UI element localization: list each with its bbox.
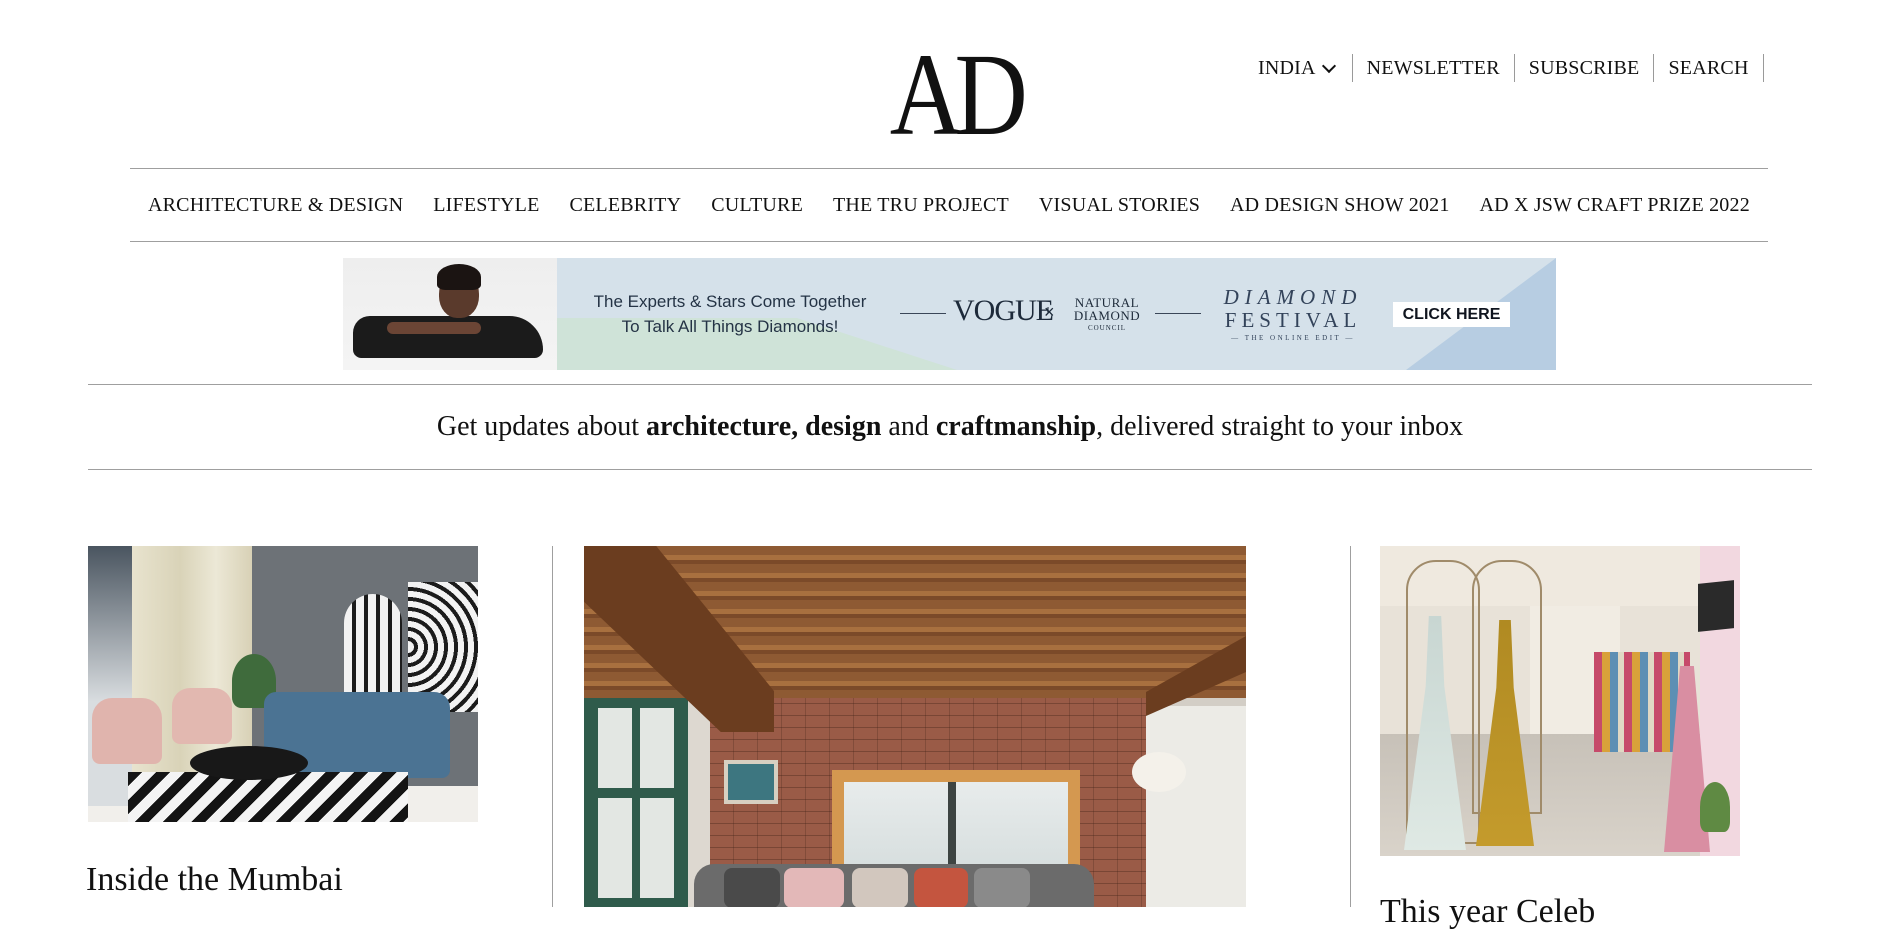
ad-brand-logo: VOGUE xyxy=(953,294,1054,327)
region-label: INDIA xyxy=(1258,57,1316,79)
article-image-living-room[interactable] xyxy=(88,546,478,822)
newsletter-suffix: , delivered straight to your inbox xyxy=(1096,411,1464,442)
newsletter-link[interactable]: NEWSLETTER xyxy=(1353,54,1515,82)
ad-model-photo xyxy=(343,258,557,370)
newsletter-bold-1: architecture, design xyxy=(646,411,882,442)
region-selector[interactable]: INDIA xyxy=(1250,54,1353,82)
ad-brand-separator: × xyxy=(1044,302,1055,322)
ad-banner[interactable]: The Experts & Stars Come Together To Tal… xyxy=(343,258,1556,370)
nav-item-architecture-design[interactable]: ARCHITECTURE & DESIGN xyxy=(148,194,403,217)
nav-item-celebrity[interactable]: CELEBRITY xyxy=(569,194,681,217)
article-headline-left[interactable]: Inside the Mumbai xyxy=(86,860,343,900)
nav-item-lifestyle[interactable]: LIFESTYLE xyxy=(433,194,539,217)
ad-partner-logo: NATURAL DIAMOND COUNCIL xyxy=(1073,295,1141,332)
newsletter-middle: and xyxy=(881,411,936,442)
nav-item-visual-stories[interactable]: VISUAL STORIES xyxy=(1039,194,1200,217)
column-divider-left xyxy=(552,546,553,907)
article-image-loft[interactable] xyxy=(584,546,1246,907)
newsletter-signup-strip[interactable]: Get updates about architecture, design a… xyxy=(88,384,1812,470)
nav-item-tru-project[interactable]: THE TRU PROJECT xyxy=(833,194,1009,217)
main-nav: ARCHITECTURE & DESIGN LIFESTYLE CELEBRIT… xyxy=(130,168,1768,242)
nav-item-culture[interactable]: CULTURE xyxy=(711,194,803,217)
utility-nav: INDIA NEWSLETTER SUBSCRIBE SEARCH xyxy=(1250,54,1764,82)
ad-logo[interactable]: AD xyxy=(890,36,1028,154)
ad-event-logo: DIAMOND FESTIVAL — THE ONLINE EDIT — xyxy=(1223,285,1363,342)
ad-rule-left xyxy=(900,313,946,314)
subscribe-link[interactable]: SUBSCRIBE xyxy=(1515,54,1655,82)
column-divider-right xyxy=(1350,546,1351,907)
newsletter-prefix: Get updates about xyxy=(436,411,647,442)
article-image-boutique[interactable] xyxy=(1380,546,1740,856)
ad-tagline: The Experts & Stars Come Together To Tal… xyxy=(593,292,867,336)
ad-cta-button[interactable]: CLICK HERE xyxy=(1393,302,1510,327)
nav-item-ad-design-show[interactable]: AD DESIGN SHOW 2021 xyxy=(1230,194,1450,217)
chevron-down-icon xyxy=(1321,58,1336,74)
nav-item-craft-prize[interactable]: AD X JSW CRAFT PRIZE 2022 xyxy=(1479,194,1749,217)
ad-rule-right xyxy=(1155,313,1201,314)
article-headline-right[interactable]: This year Celeb xyxy=(1380,892,1595,932)
search-link[interactable]: SEARCH xyxy=(1654,54,1764,82)
newsletter-bold-2: craftmanship xyxy=(935,411,1097,442)
